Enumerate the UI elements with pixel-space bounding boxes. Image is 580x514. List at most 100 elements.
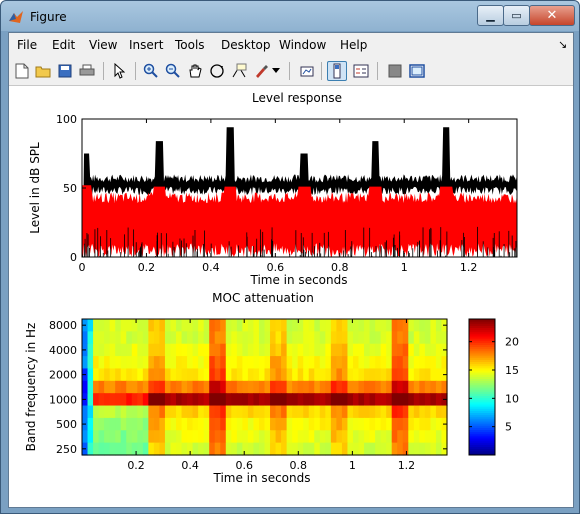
bottom-ytick-label: 500 bbox=[56, 418, 77, 431]
heatmap-cell bbox=[115, 356, 122, 370]
top-xtick-label: 1 bbox=[401, 261, 408, 274]
heatmap-cell bbox=[120, 405, 127, 419]
heatmap-cell bbox=[319, 380, 326, 394]
menu-tools[interactable]: Tools bbox=[175, 38, 205, 52]
heatmap-cell bbox=[148, 417, 155, 431]
figure-client-area: File Edit View Insert Tools Desktop Wind… bbox=[8, 32, 574, 508]
zoom-out-icon[interactable] bbox=[163, 61, 183, 81]
bottom-ytick-label: 8000 bbox=[49, 319, 77, 332]
heatmap-cell bbox=[264, 442, 271, 456]
heatmap-cell bbox=[308, 405, 315, 419]
heatmap-cell bbox=[225, 393, 232, 407]
zoom-in-icon[interactable] bbox=[141, 61, 161, 81]
heatmap-cell bbox=[126, 417, 133, 431]
heatmap-cell bbox=[181, 319, 188, 332]
heatmap-cell bbox=[402, 331, 409, 345]
heatmap-cell bbox=[297, 356, 304, 370]
heatmap-cell bbox=[391, 405, 398, 419]
heatmap-cell bbox=[131, 343, 138, 357]
heatmap-cell bbox=[181, 356, 188, 370]
heatmap-cell bbox=[386, 356, 393, 370]
close-button[interactable]: ✕ bbox=[529, 5, 575, 26]
heatmap-cell bbox=[87, 405, 94, 419]
new-figure-icon[interactable] bbox=[12, 61, 32, 81]
save-icon[interactable] bbox=[55, 61, 75, 81]
heatmap-cell bbox=[430, 343, 437, 357]
heatmap-cell bbox=[435, 393, 443, 407]
heatmap-cell bbox=[347, 380, 354, 394]
heatmap-cell bbox=[375, 331, 382, 345]
minimize-button[interactable]: ▁ bbox=[477, 5, 504, 26]
brush-icon[interactable] bbox=[251, 61, 271, 81]
heatmap-cell bbox=[319, 442, 326, 456]
heatmap-cell bbox=[176, 319, 183, 332]
heatmap-cell bbox=[419, 417, 426, 431]
brush-dropdown-icon[interactable] bbox=[271, 61, 281, 81]
menu-desktop[interactable]: Desktop bbox=[221, 38, 271, 52]
bottom-xtick-label: 0.2 bbox=[127, 459, 145, 472]
heatmap-cell bbox=[408, 319, 415, 332]
heatmap-cell bbox=[292, 405, 299, 419]
heatmap-cell bbox=[264, 417, 271, 431]
heatmap-cell bbox=[120, 368, 127, 382]
heatmap-cell bbox=[303, 331, 310, 345]
rotate-3d-icon[interactable] bbox=[207, 61, 227, 81]
heatmap-cell bbox=[198, 405, 205, 419]
title-bar[interactable]: Figure ▁ ▭ ✕ bbox=[1, 1, 579, 33]
heatmap-cell bbox=[181, 417, 188, 431]
hide-plot-tools-icon[interactable] bbox=[385, 61, 405, 81]
heatmap-cell bbox=[98, 393, 105, 407]
maximize-button[interactable]: ▭ bbox=[503, 5, 530, 26]
heatmap-cell bbox=[126, 393, 133, 407]
heatmap-cell bbox=[220, 393, 227, 407]
legend-icon[interactable] bbox=[351, 61, 371, 81]
heatmap-cell bbox=[330, 442, 337, 456]
heatmap-cell bbox=[281, 356, 288, 370]
heatmap-cell bbox=[330, 343, 337, 357]
heatmap-cell bbox=[148, 368, 155, 382]
menu-edit[interactable]: Edit bbox=[52, 38, 75, 52]
print-icon[interactable] bbox=[77, 61, 97, 81]
top-xtick-label: 0 bbox=[79, 261, 86, 274]
heatmap-cell bbox=[413, 417, 420, 431]
heatmap-cell bbox=[308, 356, 315, 370]
open-file-icon[interactable] bbox=[33, 61, 53, 81]
link-plot-icon[interactable] bbox=[297, 61, 317, 81]
heatmap-cell bbox=[258, 405, 266, 419]
heatmap-cell bbox=[209, 430, 216, 444]
heatmap-cell bbox=[164, 393, 172, 407]
heatmap-cell bbox=[292, 430, 299, 444]
heatmap-cell bbox=[369, 356, 376, 370]
pointer-icon[interactable] bbox=[109, 61, 129, 81]
heatmap-cell bbox=[209, 405, 216, 419]
heatmap-cell bbox=[214, 430, 221, 444]
heatmap-cell bbox=[109, 331, 116, 345]
show-plot-tools-icon[interactable] bbox=[407, 61, 427, 81]
heatmap-cell bbox=[198, 380, 205, 394]
heatmap-cell bbox=[115, 343, 122, 357]
figure-window: Figure ▁ ▭ ✕ File Edit View Insert Tools… bbox=[0, 0, 580, 514]
heatmap-cell bbox=[137, 343, 144, 357]
heatmap-cell bbox=[109, 343, 116, 357]
heatmap-cell bbox=[159, 405, 166, 419]
data-cursor-icon[interactable] bbox=[229, 61, 249, 81]
heatmap-cell bbox=[264, 319, 271, 332]
dock-arrow-icon[interactable]: ↘ bbox=[558, 38, 567, 51]
menu-insert[interactable]: Insert bbox=[129, 38, 163, 52]
heatmap-cell bbox=[419, 319, 426, 332]
heatmap-cell bbox=[137, 430, 144, 444]
heatmap-cell bbox=[98, 417, 105, 431]
pan-icon[interactable] bbox=[185, 61, 205, 81]
menu-file[interactable]: File bbox=[17, 38, 37, 52]
heatmap-cell bbox=[424, 319, 432, 332]
heatmap-cell bbox=[364, 343, 371, 357]
menu-window[interactable]: Window bbox=[279, 38, 326, 52]
menu-help[interactable]: Help bbox=[340, 38, 367, 52]
colorbar-icon[interactable] bbox=[327, 61, 347, 81]
heatmap-cell bbox=[247, 380, 255, 394]
heatmap-cell bbox=[198, 430, 205, 444]
menu-view[interactable]: View bbox=[89, 38, 117, 52]
heatmap-cell bbox=[435, 405, 443, 419]
heatmap-cell bbox=[430, 393, 437, 407]
heatmap-cell bbox=[336, 343, 343, 357]
